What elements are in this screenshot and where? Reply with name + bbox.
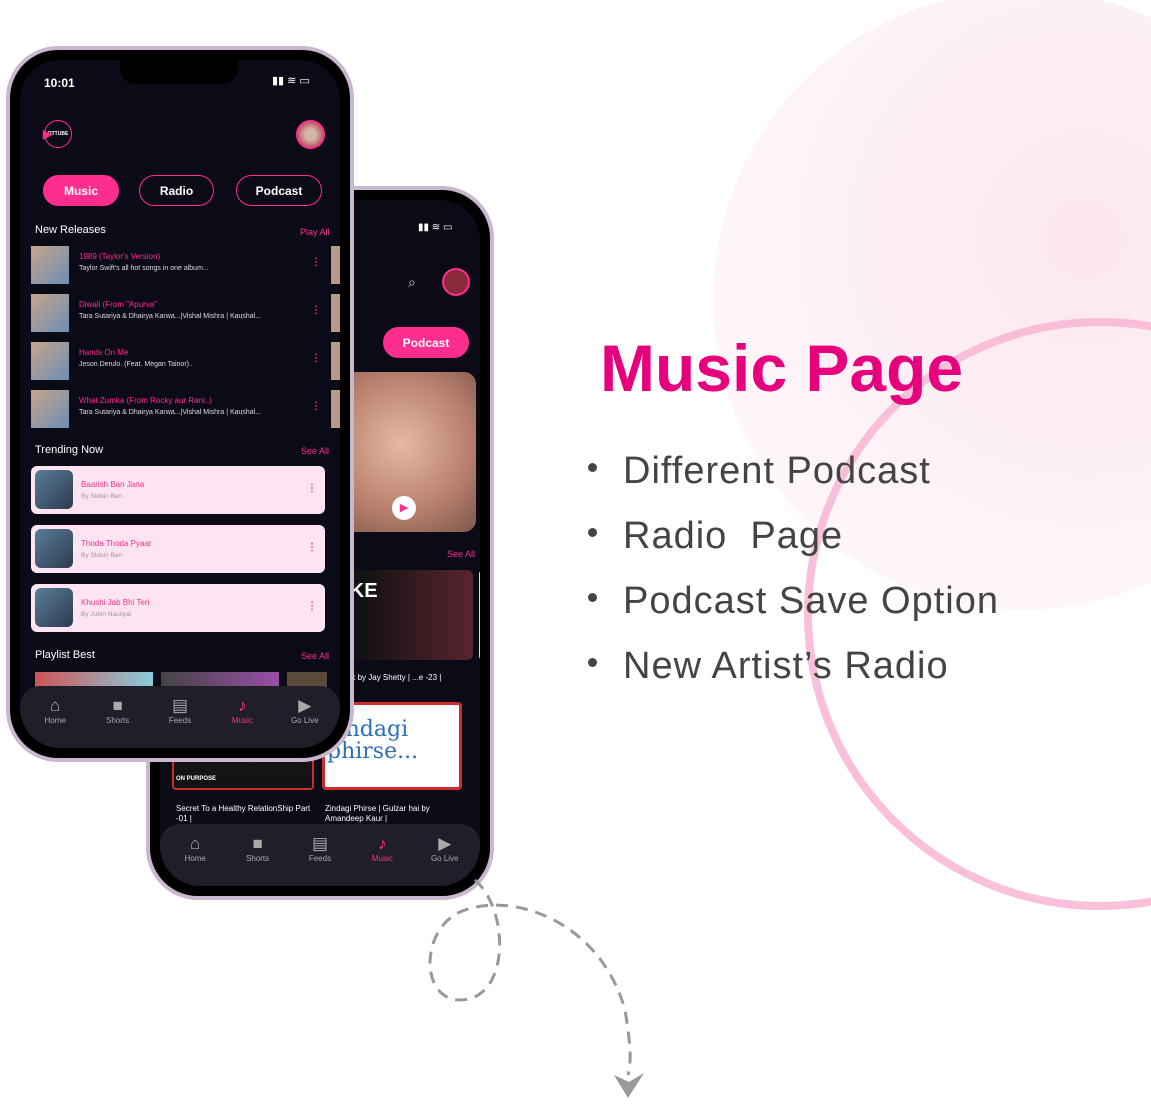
front-phone: 10:01 ▮▮ ≋ ▭ ▶ OTTUBE Music Radio Podcast… xyxy=(6,46,354,762)
release-subtitle: Tara Sutariya & Dhairya Karwa...|Vishal … xyxy=(79,409,262,416)
release-item[interactable]: 1989 (Taylor's Version) Taylor Swift's a… xyxy=(31,246,331,284)
track-title: Khushi Jab Bhi Teri xyxy=(81,598,150,607)
feature-item: New Artist’s Radio xyxy=(588,645,949,688)
page-heading: Music Page xyxy=(600,331,964,405)
nav-feeds[interactable]: ▤ Feeds xyxy=(150,686,210,748)
track-artist: By Stebin Ben xyxy=(81,493,123,500)
more-options-icon[interactable]: ⋮ xyxy=(311,258,321,268)
status-icons: ▮▮ ≋ ▭ xyxy=(418,222,453,233)
tab-music[interactable]: Music xyxy=(43,175,119,206)
avatar[interactable] xyxy=(442,268,470,296)
bottom-nav: ⌂ Home ■ Shorts ▤ Feeds ♪ Music ▶ Go Live xyxy=(20,686,340,748)
nav-feeds[interactable]: ▤ Feeds xyxy=(290,824,350,886)
album-art xyxy=(35,588,73,627)
tv-icon: ▶ xyxy=(298,696,312,715)
album-art xyxy=(331,246,340,284)
album-art xyxy=(331,390,340,428)
play-all-link[interactable]: Play All xyxy=(300,227,330,237)
album-art xyxy=(331,294,340,332)
status-icons: ▮▮ ≋ ▭ xyxy=(272,75,310,87)
release-title: Hands On Me xyxy=(79,348,129,357)
video-thumbnail xyxy=(479,570,480,660)
more-options-icon[interactable]: ⋮ xyxy=(307,602,317,612)
see-all-link[interactable]: See All xyxy=(447,549,475,559)
album-art xyxy=(331,342,340,380)
release-item[interactable]: What Zumka (From Rocky aur Rani..) Tara … xyxy=(31,390,331,428)
document-icon: ▤ xyxy=(311,834,328,853)
nav-home[interactable]: ⌂ Home xyxy=(25,686,85,748)
section-title: Trending Now xyxy=(35,444,104,456)
nav-shorts[interactable]: ■ Shorts xyxy=(88,686,148,748)
section-title: New Releases xyxy=(35,224,106,236)
track-title: Thoda Thoda Pyaar xyxy=(81,539,152,548)
more-options-icon[interactable]: ⋮ xyxy=(307,543,317,553)
more-options-icon[interactable]: ⋮ xyxy=(307,484,317,494)
album-art xyxy=(35,529,73,568)
release-title: 1989 (Taylor's Version) xyxy=(79,252,161,261)
podcast-caption: Secret To a Healthy RelationShip Part -0… xyxy=(176,804,311,823)
trending-item[interactable]: Thoda Thoda Pyaar By Stebin Ben ⋮ xyxy=(31,525,325,573)
release-title: Diwali (From "Apurva" xyxy=(79,300,158,309)
notch xyxy=(120,60,238,84)
tab-radio[interactable]: Radio xyxy=(139,175,214,206)
nav-home[interactable]: ⌂ Home xyxy=(165,824,225,886)
status-time: 10:01 xyxy=(44,76,75,90)
feature-item: Radio Page xyxy=(588,515,843,558)
app-logo[interactable]: ▶ OTTUBE xyxy=(43,120,72,148)
section-title: Playlist Best xyxy=(35,649,95,661)
tab-podcast[interactable]: Podcast xyxy=(236,175,322,206)
tab-podcast[interactable]: Podcast xyxy=(383,327,469,358)
home-icon: ⌂ xyxy=(50,696,61,715)
home-icon: ⌂ xyxy=(190,834,201,853)
album-art xyxy=(31,390,69,428)
video-camera-icon: ■ xyxy=(252,834,263,853)
see-all-link[interactable]: See All xyxy=(301,446,329,456)
feature-item: Different Podcast xyxy=(588,450,931,493)
release-subtitle: Tara Sutariya & Dhairya Karwa...|Vishal … xyxy=(79,313,262,320)
album-art xyxy=(35,470,73,509)
release-title: What Zumka (From Rocky aur Rani..) xyxy=(79,396,212,405)
avatar[interactable] xyxy=(296,120,325,149)
album-art xyxy=(31,246,69,284)
trending-item[interactable]: Baarish Ban Jana By Stebin Ben ⋮ xyxy=(31,466,325,514)
release-subtitle: Jeson Derulo. (Feat. Megan Tainor).. xyxy=(79,361,193,368)
see-all-link[interactable]: See All xyxy=(301,651,329,661)
nav-shorts[interactable]: ■ Shorts xyxy=(228,824,288,886)
more-options-icon[interactable]: ⋮ xyxy=(311,354,321,364)
more-options-icon[interactable]: ⋮ xyxy=(311,306,321,316)
release-item[interactable]: Hands On Me Jeson Derulo. (Feat. Megan T… xyxy=(31,342,331,380)
album-art xyxy=(31,342,69,380)
track-artist: By Jubin Nautiyal xyxy=(81,611,132,618)
track-title: Baarish Ban Jana xyxy=(81,480,145,489)
feature-item: Podcast Save Option xyxy=(588,580,999,623)
front-phone-screen: 10:01 ▮▮ ≋ ▭ ▶ OTTUBE Music Radio Podcast… xyxy=(20,60,340,748)
track-artist: By Stebin Ben xyxy=(81,552,123,559)
album-art xyxy=(31,294,69,332)
video-camera-icon: ■ xyxy=(112,696,123,715)
document-icon: ▤ xyxy=(171,696,188,715)
release-item[interactable]: Diwali (From "Apurva" Tara Sutariya & Dh… xyxy=(31,294,331,332)
podcast-caption: Zindagi Phirse | Gulzar hai by Amandeep … xyxy=(325,804,430,823)
dashed-arrow-icon xyxy=(428,878,644,1098)
release-subtitle: Taylor Swift's all hot songs in one albu… xyxy=(79,265,209,272)
nav-music[interactable]: ♪ Music xyxy=(212,686,272,748)
music-note-icon: ♪ xyxy=(378,834,387,853)
music-note-icon: ♪ xyxy=(238,696,247,715)
play-icon[interactable]: ▶ xyxy=(392,496,416,520)
trending-item[interactable]: Khushi Jab Bhi Teri By Jubin Nautiyal ⋮ xyxy=(31,584,325,632)
tv-icon: ▶ xyxy=(438,834,452,853)
nav-go-live[interactable]: ▶ Go Live xyxy=(275,686,335,748)
search-icon[interactable]: ⌕ xyxy=(408,274,416,291)
more-options-icon[interactable]: ⋮ xyxy=(311,402,321,412)
